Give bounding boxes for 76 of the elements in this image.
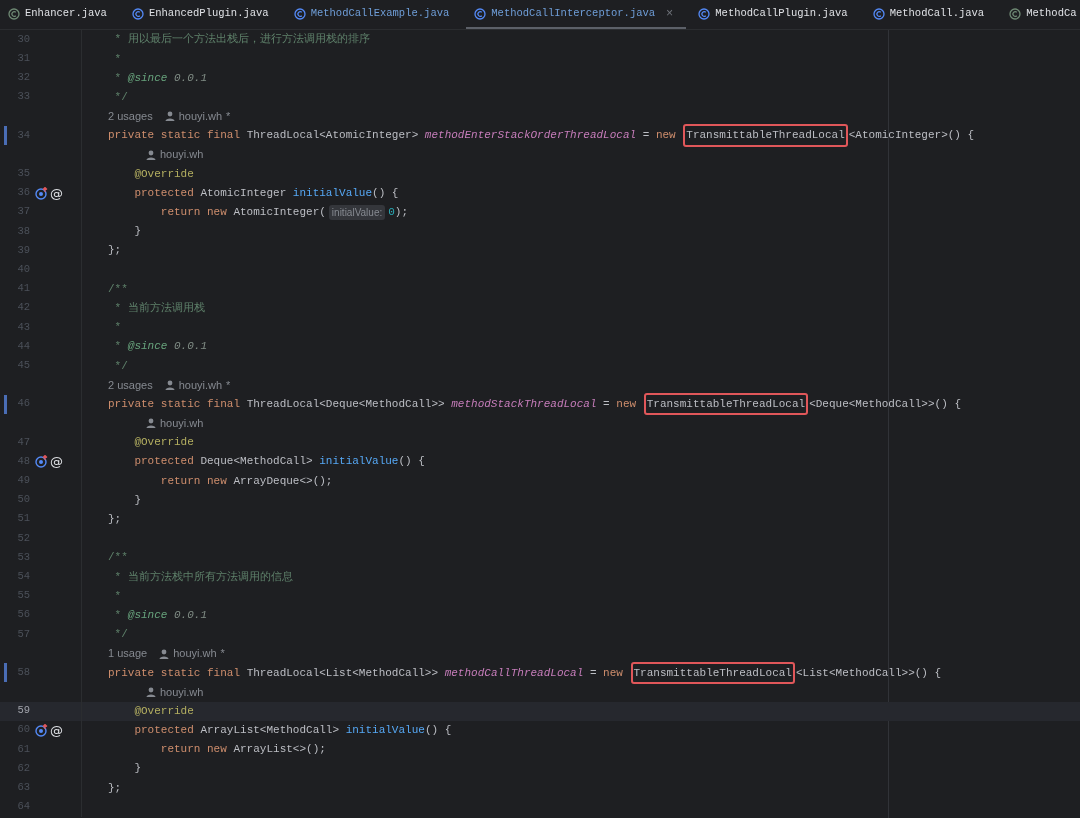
code-text: protected ArrayList<MethodCall> initialValue() { xyxy=(133,723,452,739)
person-icon xyxy=(146,149,156,160)
modified-mark: * xyxy=(226,109,231,125)
circle-icon xyxy=(8,7,20,20)
code-text: return new ArrayDeque<>(); xyxy=(159,473,333,489)
code-text: @Override xyxy=(133,435,194,451)
usages-hint[interactable]: 1 usage xyxy=(108,645,148,662)
code-text: private static final ThreadLocal<Deque<MethodCall>> methodStackThreadLocal = new xyxy=(108,396,638,412)
annotation-marker[interactable]: @ xyxy=(50,186,63,200)
circle-icon xyxy=(131,7,144,20)
person-icon xyxy=(146,686,156,697)
comment-line: */ xyxy=(113,89,128,105)
highlighted-class-name: TransmittableThreadLocal xyxy=(643,392,809,416)
circle-icon xyxy=(474,7,487,20)
code-text: protected Deque<MethodCall> initialValue() { xyxy=(133,454,425,470)
code-text: } xyxy=(133,761,141,777)
person-icon xyxy=(146,418,156,429)
comment-line: /** xyxy=(108,550,128,566)
circle-icon xyxy=(1009,7,1022,20)
comment-line: * 用以最后一个方法出栈后，进行方法调用栈的排序 xyxy=(113,32,370,48)
highlighted-class-name: TransmittableThreadLocal xyxy=(683,124,848,147)
author-hint[interactable]: houyi.wh xyxy=(160,415,204,432)
close-icon[interactable]: × xyxy=(666,4,674,23)
modified-mark: * xyxy=(226,377,231,393)
code-text: } xyxy=(133,492,141,508)
code-text: private static final ThreadLocal<AtomicInteger> methodEnterStackOrderThreadLocal = new xyxy=(108,128,677,144)
person-icon xyxy=(159,648,170,659)
comment-line: * xyxy=(113,51,122,67)
code-text: return new AtomicInteger( xyxy=(159,205,326,221)
code-text: @Override xyxy=(133,166,194,182)
code-text: }; xyxy=(108,512,122,528)
file-tab[interactable]: Enhancer.java xyxy=(0,0,120,29)
code-text: }; xyxy=(108,243,122,259)
comment-line: */ xyxy=(113,358,128,374)
comment-line: * @since 0.0.1 xyxy=(113,339,208,355)
code-text: } xyxy=(133,224,141,240)
author-hint[interactable]: houyi.wh xyxy=(173,645,217,662)
parameter-hint: initialValue: xyxy=(328,204,386,220)
code-text: private static final ThreadLocal<List<MethodCall>> methodCallThreadLocal = new xyxy=(108,665,624,681)
circle-icon xyxy=(293,7,306,20)
author-hint[interactable]: houyi.wh xyxy=(178,108,223,125)
code-text: 0); xyxy=(388,205,409,221)
usages-hint[interactable]: 2 usages xyxy=(108,108,153,125)
file-tab[interactable]: MethodCallExample.java xyxy=(285,0,463,29)
code-text: <AtomicInteger>() { xyxy=(848,128,975,144)
comment-line: /** xyxy=(108,281,128,297)
comment-line: * @since 0.0.1 xyxy=(113,607,208,623)
line-number: 59 xyxy=(16,703,30,719)
highlighted-class-name: TransmittableThreadLocal xyxy=(630,661,795,685)
code-text: <Deque<MethodCall>>() { xyxy=(809,396,961,412)
comment-line: */ xyxy=(113,627,128,643)
person-icon xyxy=(164,379,175,390)
file-tab[interactable]: MethodCall.java xyxy=(864,0,998,29)
comment-line: * xyxy=(113,320,122,336)
person-icon xyxy=(164,111,175,122)
code-text: return new ArrayList<>(); xyxy=(159,742,326,758)
author-hint[interactable]: houyi.wh xyxy=(160,146,204,163)
code-text: protected AtomicInteger initialValue() { xyxy=(133,185,399,201)
author-hint[interactable]: houyi.wh xyxy=(178,376,223,394)
comment-line: * @since 0.0.1 xyxy=(113,70,208,86)
annotation-marker[interactable]: @ xyxy=(50,723,63,737)
code-text: @Override xyxy=(133,703,194,719)
code-text: }; xyxy=(108,780,122,796)
author-hint[interactable]: houyi.wh xyxy=(160,683,204,701)
file-tab[interactable]: MethodCallPlugin.java xyxy=(690,0,861,29)
modified-mark: * xyxy=(220,646,225,662)
usages-hint[interactable]: 2 usages xyxy=(108,376,153,394)
file-tab[interactable]: MethodCa xyxy=(1001,0,1080,29)
circle-icon xyxy=(872,7,885,20)
comment-line: * xyxy=(113,588,122,604)
comment-line: * 当前方法调用栈 xyxy=(113,300,205,316)
comment-line: * 当前方法栈中所有方法调用的信息 xyxy=(113,569,293,585)
file-tab[interactable]: EnhancedPlugin.java xyxy=(123,0,282,29)
circle-icon xyxy=(698,7,711,20)
code-text: <List<MethodCall>>() { xyxy=(795,665,942,681)
annotation-marker[interactable]: @ xyxy=(50,455,63,469)
